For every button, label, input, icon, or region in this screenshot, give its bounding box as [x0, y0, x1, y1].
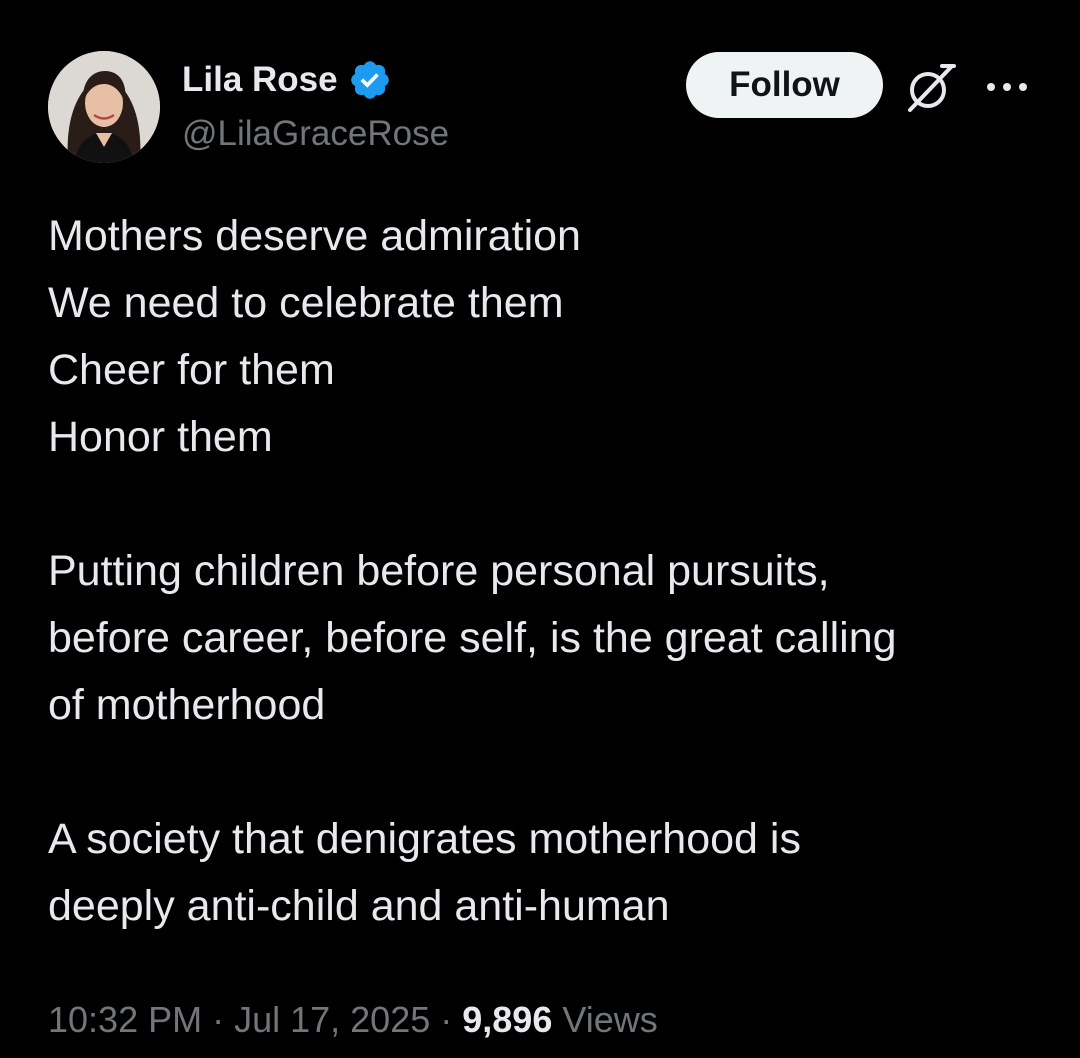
meta-separator: ·: [202, 999, 235, 1040]
tweet-line: A society that denigrates motherhood is: [48, 815, 801, 863]
author-handle[interactable]: @LilaGraceRose: [182, 112, 449, 156]
author-name-row: Lila Rose: [182, 58, 392, 102]
verified-badge-icon[interactable]: [348, 58, 392, 102]
tweet-line: Honor them: [48, 413, 273, 461]
tweet-line: Cheer for them: [48, 346, 335, 394]
tweet-date[interactable]: Jul 17, 2025: [234, 999, 430, 1040]
tweet-line: before career, before self, is the great…: [48, 614, 897, 662]
tweet-line: deeply anti-child and anti-human: [48, 882, 670, 930]
tweet-line: We need to celebrate them: [48, 279, 564, 327]
author-display-name[interactable]: Lila Rose: [182, 58, 338, 102]
tweet-time[interactable]: 10:32 PM: [48, 999, 202, 1040]
avatar[interactable]: [48, 51, 160, 163]
tweet-meta: 10:32 PM · Jul 17, 2025 · 9,896 Views: [48, 992, 658, 1048]
tweet-line: of motherhood: [48, 681, 326, 729]
tweet-text: Mothers deserve admiration We need to ce…: [48, 203, 1038, 940]
profile-photo: [48, 51, 160, 163]
tweet-line: Mothers deserve admiration: [48, 212, 581, 260]
views-label: Views: [552, 999, 658, 1040]
meta-separator: ·: [430, 999, 463, 1040]
more-dots-icon[interactable]: [984, 72, 1030, 102]
follow-button[interactable]: Follow: [686, 52, 883, 118]
tweet-line: Putting children before personal pursuit…: [48, 547, 830, 595]
views-count[interactable]: 9,896: [462, 999, 552, 1040]
grok-icon[interactable]: [902, 60, 958, 116]
